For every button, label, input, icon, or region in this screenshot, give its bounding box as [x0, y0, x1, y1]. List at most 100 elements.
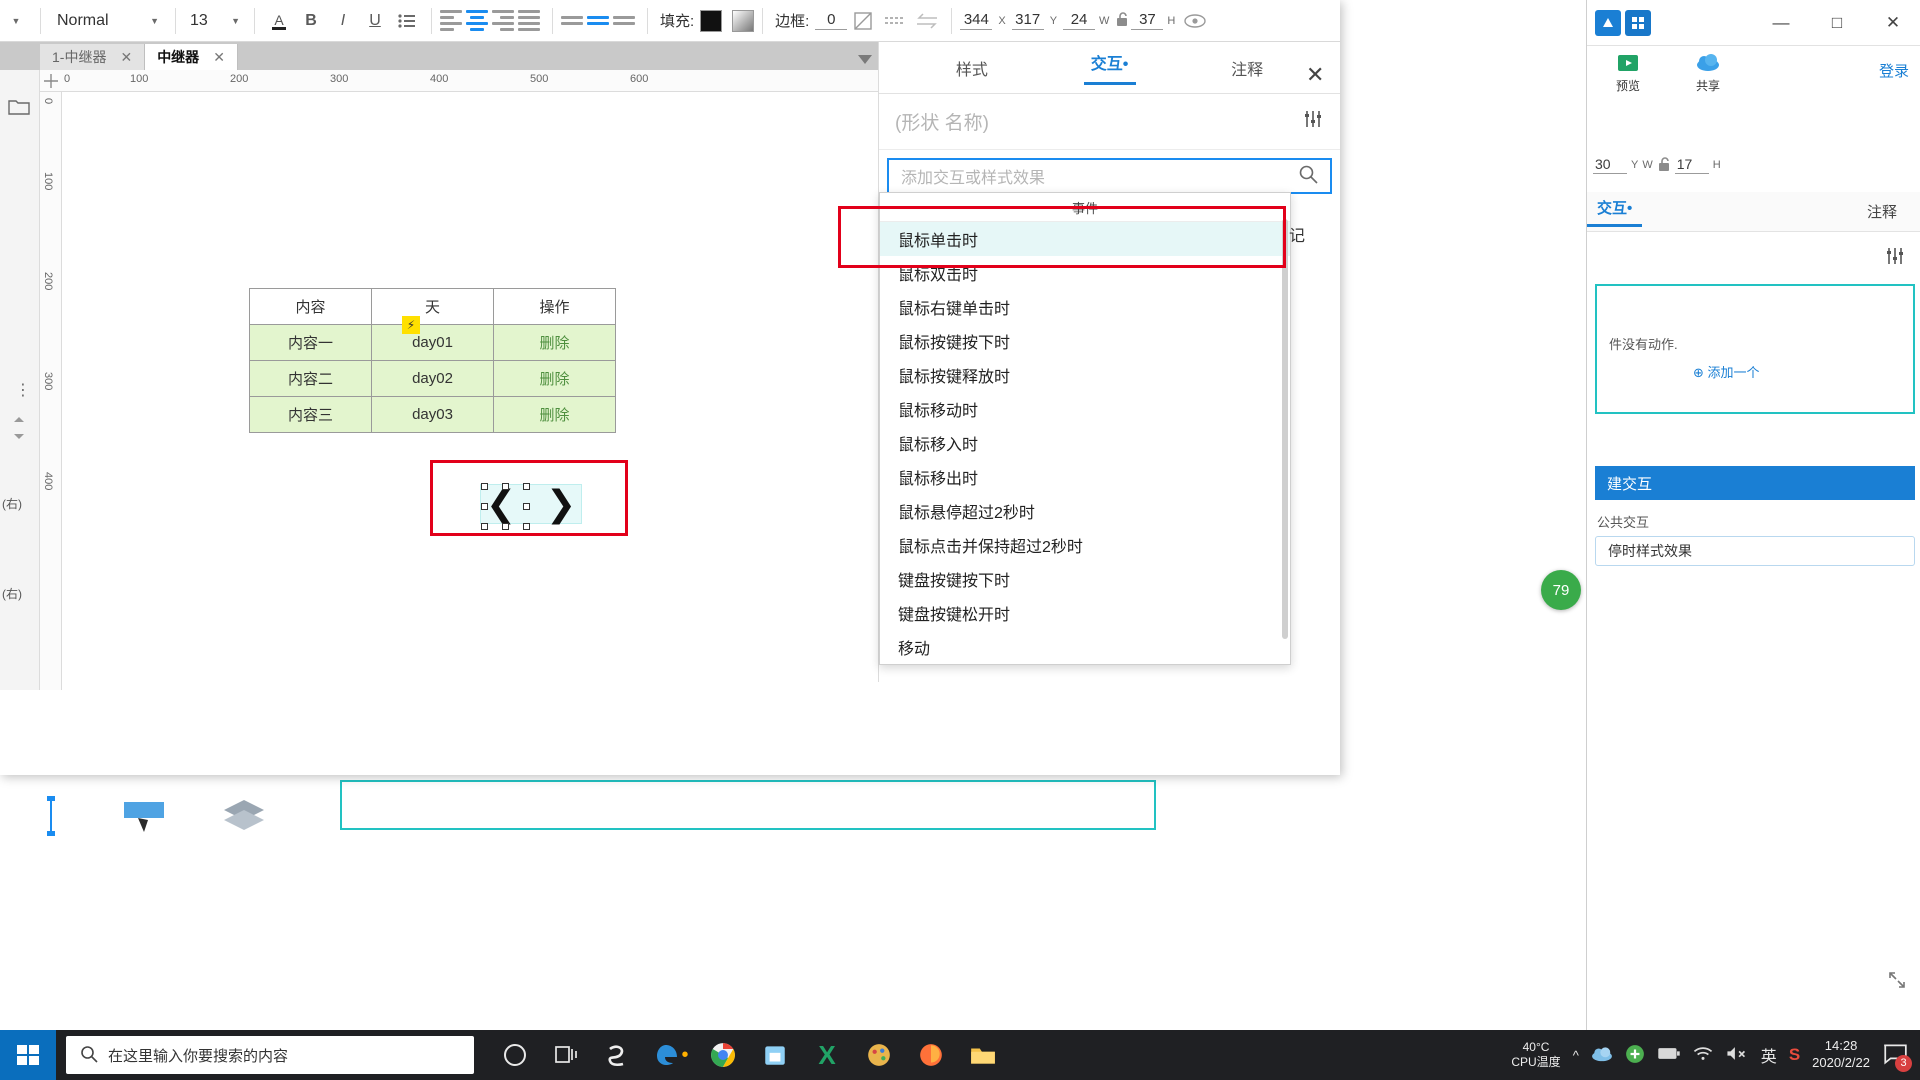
tab-note[interactable]: 注释: [1178, 56, 1316, 80]
dropdown-scrollbar[interactable]: [1282, 219, 1288, 639]
event-item-right-click[interactable]: 鼠标右键单击时: [880, 290, 1290, 324]
event-item-hover-2s[interactable]: 鼠标悬停超过2秒时: [880, 494, 1290, 528]
edge-icon[interactable]: •: [650, 1030, 692, 1080]
bullet-list-icon[interactable]: [391, 6, 423, 36]
tab-style[interactable]: 样式: [903, 56, 1041, 80]
align-right-button[interactable]: [492, 6, 518, 36]
tab-interaction-bg[interactable]: 交互•: [1587, 197, 1643, 227]
valign-top-button[interactable]: [561, 6, 587, 36]
align-justify-button[interactable]: [518, 6, 544, 36]
page-dropdown-caret[interactable]: [858, 52, 872, 64]
tab-interaction[interactable]: 交互•: [1041, 50, 1179, 85]
cortana-circle-icon[interactable]: [494, 1030, 536, 1080]
ruler-origin-icon[interactable]: [44, 74, 58, 93]
page-tab-2[interactable]: 中继器 ✕: [145, 44, 238, 70]
paint-icon[interactable]: [858, 1030, 900, 1080]
y-field[interactable]: 317: [1011, 11, 1044, 30]
event-dropdown[interactable]: 事件 鼠标单击时 鼠标双击时 鼠标右键单击时 鼠标按键按下时 鼠标按键释放时 鼠…: [879, 192, 1291, 665]
clock[interactable]: 14:28 2020/2/22: [1812, 1038, 1870, 1072]
event-item-key-down[interactable]: 键盘按键按下时: [880, 562, 1290, 596]
more-dots-icon-rail[interactable]: ⋮: [15, 380, 31, 400]
delete-link-2[interactable]: 删除: [493, 360, 616, 397]
resize-handle-se[interactable]: [523, 523, 530, 530]
visibility-eye-icon[interactable]: [1179, 6, 1211, 36]
close-icon-tab-1[interactable]: ✕: [120, 49, 132, 66]
start-button[interactable]: [0, 1030, 56, 1080]
ime-indicator[interactable]: 英: [1761, 1043, 1777, 1067]
store-icon[interactable]: [754, 1030, 796, 1080]
preview-button[interactable]: 预览: [1601, 50, 1655, 94]
resize-handle-ne[interactable]: [523, 483, 530, 490]
tab-note-bg[interactable]: 注释: [1857, 201, 1907, 222]
explorer-icon[interactable]: [962, 1030, 1004, 1080]
dialog-close-icon[interactable]: ✕: [1306, 62, 1324, 88]
sliders-icon-bg[interactable]: [1885, 247, 1905, 270]
italic-button[interactable]: I: [327, 6, 359, 36]
font-size-select[interactable]: 13 ▼: [184, 12, 246, 30]
cloud-icon[interactable]: [1591, 1046, 1613, 1065]
resize-handle-rail[interactable]: [12, 415, 26, 446]
resize-handle-n[interactable]: [502, 483, 509, 490]
create-interaction-button[interactable]: 建交互: [1595, 466, 1915, 500]
x-field[interactable]: 344: [960, 11, 993, 30]
widget-item-2[interactable]: [120, 794, 168, 838]
event-item-hold-2s[interactable]: 鼠标点击并保持超过2秒时: [880, 528, 1290, 562]
align-center-button[interactable]: [466, 6, 492, 36]
align-left-button[interactable]: [440, 6, 466, 36]
resize-handle-e[interactable]: [523, 503, 530, 510]
lock-icon[interactable]: [1115, 11, 1129, 31]
s-app-icon[interactable]: [598, 1030, 640, 1080]
border-width-field[interactable]: 0: [815, 11, 848, 30]
minimize-button[interactable]: —: [1753, 1, 1809, 45]
hover-style-field[interactable]: 停时样式效果: [1595, 536, 1915, 566]
shape-name-field[interactable]: (形状 名称): [879, 94, 1340, 150]
event-item-mouse-up[interactable]: 鼠标按键释放时: [880, 358, 1290, 392]
lock-icon-bg[interactable]: [1657, 156, 1671, 175]
event-item-mouse-dblclick[interactable]: 鼠标双击时: [880, 256, 1290, 290]
resize-handle-sw[interactable]: [481, 523, 488, 530]
plus-green-icon[interactable]: [1625, 1044, 1645, 1067]
event-item-move[interactable]: 移动: [880, 630, 1290, 664]
event-item-mouse-click[interactable]: 鼠标单击时: [880, 222, 1290, 256]
score-badge-2[interactable]: 79: [1541, 570, 1581, 610]
taskbar-search-input[interactable]: 在这里输入你要搜索的内容: [66, 1036, 474, 1074]
repeater-table[interactable]: 内容 天 操作 内容一 day01 删除 内容二 day02 删除 内容三 da…: [249, 288, 616, 433]
valign-bottom-button[interactable]: [613, 6, 639, 36]
expand-icon-bg[interactable]: [1888, 971, 1906, 994]
w-field-bg[interactable]: 17: [1674, 156, 1709, 174]
border-dash-icon[interactable]: [879, 6, 911, 36]
chrome-icon[interactable]: [702, 1030, 744, 1080]
share-button[interactable]: 共享: [1681, 50, 1735, 94]
volume-mute-icon[interactable]: [1725, 1045, 1749, 1065]
w-field[interactable]: 24: [1063, 11, 1096, 30]
y-field-bg[interactable]: 30: [1593, 156, 1627, 174]
resize-handle-nw[interactable]: [481, 483, 488, 490]
search-input[interactable]: 添加交互或样式效果: [887, 158, 1332, 194]
chevron-left-icon[interactable]: ❮: [486, 486, 516, 522]
design-canvas[interactable]: 内容 天 操作 内容一 day01 删除 内容二 day02 删除 内容三 da…: [62, 92, 878, 690]
chevron-right-icon[interactable]: ❯: [546, 486, 576, 522]
delete-link-3[interactable]: 删除: [493, 396, 616, 433]
notification-icon[interactable]: 3: [1882, 1043, 1912, 1072]
arrow-style-icon[interactable]: [911, 6, 943, 36]
login-link[interactable]: 登录: [1879, 50, 1909, 81]
border-style-icon[interactable]: [847, 6, 879, 36]
widget-item-1[interactable]: [34, 794, 68, 838]
battery-icon[interactable]: [1657, 1046, 1681, 1064]
chevron-up-icon[interactable]: ^: [1573, 1048, 1579, 1063]
event-item-mouse-enter[interactable]: 鼠标移入时: [880, 426, 1290, 460]
valign-middle-button[interactable]: [587, 6, 613, 36]
fill-gradient-swatch[interactable]: [732, 9, 755, 32]
underline-button[interactable]: U: [359, 6, 391, 36]
h-field[interactable]: 37: [1131, 11, 1164, 30]
close-icon-tab-2[interactable]: ✕: [213, 49, 225, 66]
event-item-mouse-down[interactable]: 鼠标按键按下时: [880, 324, 1290, 358]
add-one-link[interactable]: ⊕ 添加一个: [1693, 362, 1760, 381]
fill-color-swatch[interactable]: [700, 9, 723, 32]
maximize-button[interactable]: □: [1809, 1, 1865, 45]
folder-icon-rail[interactable]: [8, 98, 30, 121]
bold-button[interactable]: B: [295, 6, 327, 36]
text-style-select[interactable]: Normal ▼: [49, 12, 167, 30]
close-button[interactable]: ✕: [1865, 1, 1920, 45]
event-item-mouse-leave[interactable]: 鼠标移出时: [880, 460, 1290, 494]
